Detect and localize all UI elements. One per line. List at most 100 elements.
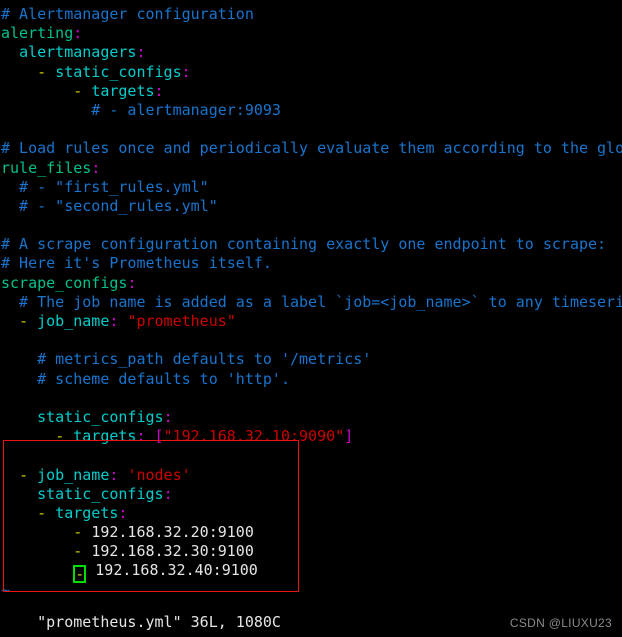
code-line[interactable]: - 192.168.32.20:9100 bbox=[0, 523, 622, 542]
code-token: - bbox=[37, 62, 47, 81]
code-line[interactable]: alertmanagers: bbox=[0, 43, 622, 62]
code-line[interactable]: - static_configs: bbox=[0, 63, 622, 82]
text-cursor[interactable]: - bbox=[73, 565, 87, 584]
code-line[interactable]: # - "second_rules.yml" bbox=[0, 197, 622, 216]
code-token: - bbox=[73, 81, 83, 100]
code-token: - bbox=[73, 523, 83, 542]
vim-terminal-window[interactable]: # Alertmanager configuration alerting: al… bbox=[0, 0, 622, 637]
vim-status-line: "prometheus.yml" 36L, 1080C bbox=[1, 594, 281, 631]
code-token: ] bbox=[344, 427, 354, 446]
code-token: : bbox=[73, 24, 83, 43]
code-token: : bbox=[136, 427, 146, 446]
code-line[interactable]: # scheme defaults to 'http'. bbox=[0, 370, 622, 389]
code-line[interactable]: - 192.168.32.30:9100 bbox=[0, 542, 622, 561]
code-token: 192.168.32.40:9100 bbox=[95, 561, 258, 580]
code-token: : bbox=[181, 62, 191, 81]
code-token: # A scrape configuration containing exac… bbox=[1, 235, 607, 254]
code-line[interactable] bbox=[0, 216, 622, 235]
code-token: "192.168.32.10:9090" bbox=[163, 427, 345, 446]
code-line[interactable] bbox=[0, 331, 622, 350]
code-line[interactable]: alerting: bbox=[0, 24, 622, 43]
code-token: job_name bbox=[37, 312, 110, 330]
code-editor-buffer[interactable]: # Alertmanager configuration alerting: al… bbox=[0, 0, 622, 600]
code-line[interactable] bbox=[0, 446, 622, 465]
code-token: - bbox=[55, 427, 65, 446]
code-line[interactable]: # The job name is added as a label `job=… bbox=[0, 293, 622, 312]
code-token: 'nodes' bbox=[127, 465, 191, 484]
code-line[interactable]: rule_files: bbox=[0, 159, 622, 178]
code-line[interactable]: - targets: bbox=[0, 82, 622, 101]
code-line[interactable]: # - alertmanager:9093 bbox=[0, 101, 622, 120]
code-token: rule_files bbox=[1, 158, 92, 177]
code-line[interactable]: # Alertmanager configuration bbox=[0, 5, 622, 24]
code-line[interactable]: - job_name: 'nodes' bbox=[0, 466, 622, 485]
code-line[interactable] bbox=[0, 389, 622, 408]
code-token: static_configs bbox=[37, 484, 164, 503]
code-token: # metrics_path defaults to '/metrics' bbox=[1, 350, 372, 369]
code-line[interactable]: scrape_configs: bbox=[0, 274, 622, 293]
code-token: # - "second_rules.yml" bbox=[1, 196, 218, 215]
code-line[interactable]: - targets: bbox=[0, 504, 622, 523]
code-token: scrape_configs bbox=[1, 273, 128, 292]
code-token: alerting bbox=[1, 24, 74, 43]
code-token: targets bbox=[73, 427, 137, 446]
code-token: - bbox=[37, 503, 47, 522]
status-line-text: "prometheus.yml" 36L, 1080C bbox=[37, 613, 281, 632]
code-line[interactable] bbox=[0, 120, 622, 139]
code-token: "prometheus" bbox=[127, 312, 236, 330]
code-line[interactable]: # Load rules once and periodically evalu… bbox=[0, 139, 622, 158]
code-token: static_configs bbox=[37, 407, 164, 426]
code-line[interactable]: - job_name: "prometheus" bbox=[0, 312, 622, 331]
code-line[interactable]: # metrics_path defaults to '/metrics' bbox=[0, 350, 622, 369]
code-token: # - "first_rules.yml" bbox=[1, 177, 209, 196]
code-token: alertmanagers bbox=[19, 43, 137, 62]
code-token: # scheme defaults to 'http'. bbox=[1, 369, 290, 388]
code-token: : bbox=[163, 407, 173, 426]
code-token: 192.168.32.30:9100 bbox=[91, 542, 254, 561]
code-line[interactable]: static_configs: bbox=[0, 485, 622, 504]
code-line[interactable]: static_configs: bbox=[0, 408, 622, 427]
code-token: targets bbox=[55, 503, 119, 522]
code-token: [ bbox=[154, 427, 164, 446]
code-token: : bbox=[154, 81, 164, 100]
code-token: : bbox=[136, 43, 146, 62]
code-line[interactable]: # - "first_rules.yml" bbox=[0, 178, 622, 197]
code-token: : bbox=[163, 484, 173, 503]
code-token: targets bbox=[91, 81, 155, 100]
code-token: # Alertmanager configuration bbox=[1, 5, 254, 23]
code-token: # - alertmanager:9093 bbox=[1, 100, 281, 119]
code-token: - bbox=[19, 312, 29, 330]
code-line[interactable]: # A scrape configuration containing exac… bbox=[0, 235, 622, 254]
code-line[interactable]: - 192.168.32.40:9100 bbox=[0, 561, 622, 584]
code-line[interactable]: - targets: ["192.168.32.10:9090"] bbox=[0, 427, 622, 446]
code-token: : bbox=[91, 158, 101, 177]
code-line[interactable]: # Here it's Prometheus itself. bbox=[0, 254, 622, 273]
code-token: - bbox=[73, 542, 83, 561]
code-token: static_configs bbox=[55, 62, 182, 81]
code-token: - bbox=[19, 465, 29, 484]
code-token: : bbox=[118, 503, 128, 522]
code-token: 192.168.32.20:9100 bbox=[91, 523, 254, 542]
